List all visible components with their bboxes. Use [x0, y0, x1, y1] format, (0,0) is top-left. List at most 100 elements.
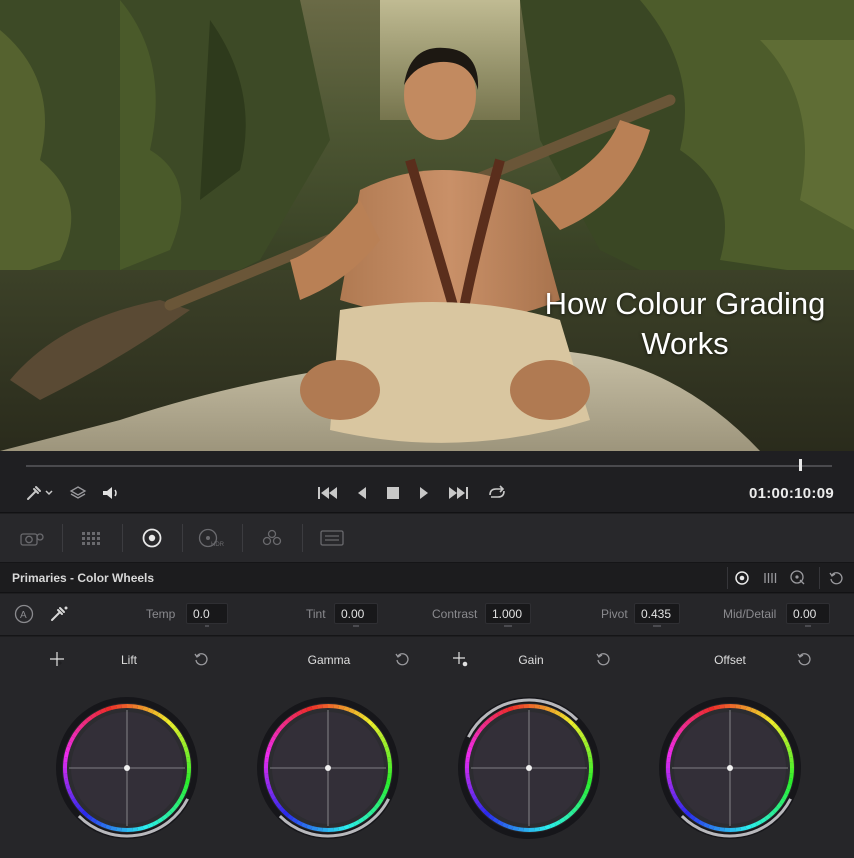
skip-end-icon: [449, 487, 468, 499]
offset-label: Offset: [714, 653, 746, 667]
crosshair-dot-icon: [453, 652, 468, 667]
volume-button[interactable]: [100, 484, 122, 502]
lift-reset-button[interactable]: [193, 651, 209, 667]
eyedropper-dropdown[interactable]: [24, 484, 56, 502]
go-to-start-button[interactable]: [316, 484, 340, 502]
color-wheels-button[interactable]: [137, 526, 167, 550]
gamma-label: Gamma: [307, 653, 351, 667]
gain-wheel-graphic: [458, 697, 600, 839]
crosshair-icon: [50, 652, 64, 666]
reset-all-button[interactable]: [827, 570, 845, 586]
pivot-label: Pivot: [601, 607, 628, 621]
stop-icon: [387, 487, 399, 499]
skip-start-icon: [318, 487, 337, 499]
temp-field[interactable]: 0.0: [186, 603, 228, 627]
palette-divider: [62, 524, 63, 552]
timecode: 01:00:10:09: [748, 485, 834, 502]
wheel-mode-switcher: [727, 567, 820, 589]
play-button[interactable]: [416, 484, 432, 502]
timeline-scrubber[interactable]: [26, 465, 832, 467]
loop-icon: [489, 485, 505, 498]
overlay-title: How Colour Grading Works: [544, 286, 826, 361]
rgb-mixer-icon: [262, 529, 282, 546]
palette-divider: [122, 524, 123, 552]
offset-wheel-center-puck[interactable]: [727, 765, 733, 771]
transport-bar: 01:00:10:09: [0, 451, 854, 513]
color-match-button[interactable]: [77, 526, 107, 550]
temp-label: Temp: [146, 607, 176, 621]
palette-divider: [242, 524, 243, 552]
gamma-wheel[interactable]: [253, 693, 403, 843]
adjustments-row: A Temp 0.0 Tint 0.00 Contrast 1.000 Pivo…: [0, 594, 854, 636]
go-to-end-button[interactable]: [446, 484, 470, 502]
gamma-wheel-graphic: [257, 697, 399, 839]
motion-effects-icon: [320, 530, 344, 546]
palette-toolbar: HDR: [0, 514, 854, 563]
contrast-label: Contrast: [432, 607, 478, 621]
lift-label: Lift: [120, 653, 137, 667]
wheels-mode-icon: [735, 571, 749, 585]
reset-icon: [797, 653, 811, 666]
bars-mode-icon: [764, 573, 777, 583]
reset-icon: [194, 653, 208, 666]
play-icon: [420, 487, 428, 499]
play-reverse-icon: [358, 487, 366, 499]
gamma-wheel-center-puck[interactable]: [325, 765, 331, 771]
camera-raw-button[interactable]: [17, 526, 47, 550]
contrast-field[interactable]: 1.000: [485, 603, 531, 627]
video-frame: [0, 0, 854, 451]
auto-balance-icon: A: [14, 604, 34, 624]
eyedropper-icon: [27, 486, 53, 500]
white-balance-picker[interactable]: [48, 604, 70, 624]
palette-divider: [302, 524, 303, 552]
wheels-mode-button[interactable]: [733, 570, 751, 586]
video-viewer: How Colour Grading Works: [0, 0, 854, 451]
palette-divider: [182, 524, 183, 552]
gain-picker-button[interactable]: [452, 651, 468, 667]
lift-wheel-center-puck[interactable]: [124, 765, 130, 771]
gain-wheel[interactable]: [454, 693, 604, 843]
offset-wheel-graphic: [659, 697, 801, 839]
panel-title: Primaries - Color Wheels: [12, 571, 155, 585]
playhead[interactable]: [798, 459, 802, 471]
gain-label: Gain: [518, 653, 544, 667]
rgb-mixer-button[interactable]: [257, 526, 287, 550]
color-wheels-icon: [142, 528, 162, 548]
lift-picker-button[interactable]: [49, 651, 65, 667]
auto-balance-button[interactable]: A: [14, 604, 34, 624]
mid-detail-field[interactable]: 0.00: [786, 603, 830, 627]
white-balance-picker-icon: [51, 606, 68, 621]
pivot-field[interactable]: 0.435: [634, 603, 680, 627]
layers-icon: [69, 486, 87, 499]
layers-button[interactable]: [68, 484, 88, 502]
mid-detail-label: Mid/Detail: [723, 607, 777, 621]
gain-reset-button[interactable]: [595, 651, 611, 667]
log-mode-icon: [790, 570, 805, 585]
hdr-wheels-icon: HDR: [198, 528, 225, 548]
lift-wheel[interactable]: [52, 693, 202, 843]
log-mode-button[interactable]: [789, 570, 807, 586]
reset-all-icon: [829, 572, 843, 585]
tint-label: Tint: [306, 607, 326, 621]
offset-reset-button[interactable]: [796, 651, 812, 667]
gamma-reset-button[interactable]: [394, 651, 410, 667]
color-match-icon: [82, 532, 100, 545]
camera-raw-icon: [20, 533, 44, 546]
gain-wheel-center-puck[interactable]: [526, 765, 532, 771]
svg-text:HDR: HDR: [211, 542, 225, 548]
reset-icon: [596, 653, 610, 666]
loop-button[interactable]: [484, 484, 510, 502]
reset-icon: [395, 653, 409, 666]
stop-button[interactable]: [385, 484, 401, 502]
tint-field[interactable]: 0.00: [334, 603, 378, 627]
bars-mode-button[interactable]: [761, 570, 779, 586]
speaker-icon: [103, 487, 117, 499]
lift-wheel-graphic: [56, 697, 198, 839]
panel-header: Primaries - Color Wheels: [0, 563, 854, 593]
offset-wheel[interactable]: [655, 693, 805, 843]
play-reverse-button[interactable]: [354, 484, 370, 502]
hdr-wheels-button[interactable]: HDR: [197, 526, 227, 550]
color-wheels-panel: Lift Gamma Gain Offset: [0, 637, 854, 858]
motion-effects-button[interactable]: [317, 526, 347, 550]
svg-text:A: A: [20, 610, 27, 621]
